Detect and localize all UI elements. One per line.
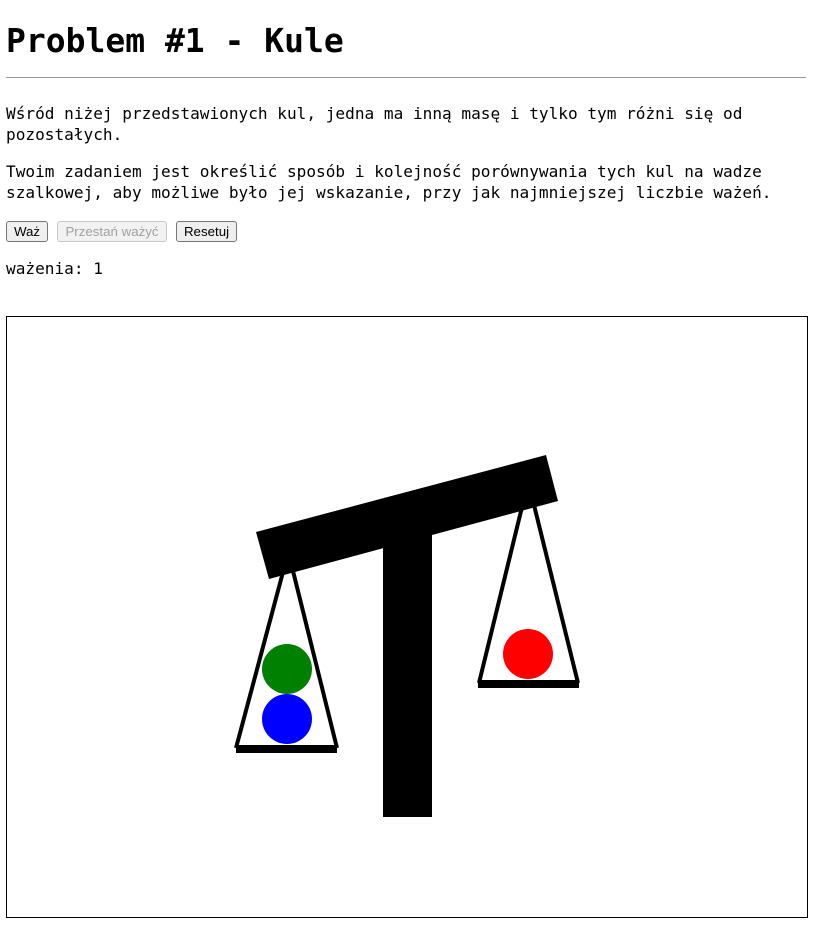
weighing-counter: ważenia: 1 (6, 258, 103, 279)
weighing-counter-label: ważenia: (6, 259, 84, 278)
right-pan-ball-red[interactable] (503, 629, 553, 679)
weigh-button[interactable]: Waż (6, 221, 48, 242)
left-pan-plate (236, 745, 337, 753)
weighing-counter-value: 1 (93, 259, 103, 278)
controls: Waż Przestań ważyć Resetuj (6, 221, 237, 242)
right-pan-plate (478, 680, 579, 688)
scale-canvas[interactable] (6, 316, 808, 918)
description-paragraph-1: Wśród niżej przedstawionych kul, jedna m… (6, 104, 743, 144)
page-title: Problem #1 - Kule (6, 21, 344, 60)
reset-button[interactable]: Resetuj (176, 221, 237, 242)
left-pan (234, 570, 339, 753)
stop-weighing-button[interactable]: Przestań ważyć (57, 221, 167, 242)
scale-stand (383, 532, 432, 817)
left-pan-ball-blue[interactable] (262, 694, 312, 744)
description-paragraph-2: Twoim zadaniem jest określić sposób i ko… (6, 162, 772, 202)
left-pan-ball-green[interactable] (262, 644, 312, 694)
right-pan (477, 504, 580, 688)
divider (6, 77, 806, 78)
balance-scale (234, 455, 580, 817)
